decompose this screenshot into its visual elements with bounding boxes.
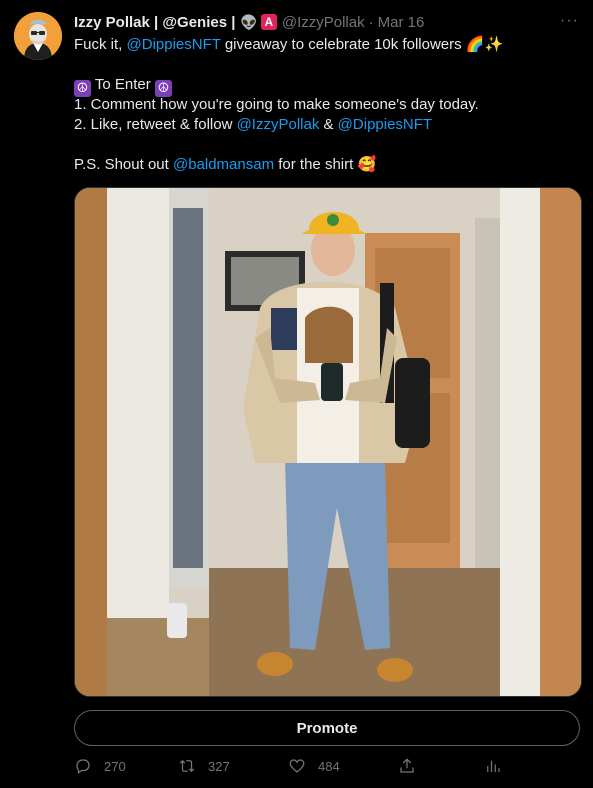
display-name[interactable]: Izzy Pollak | @Genies | [74,14,235,31]
peace-icon: ☮ [74,79,91,97]
retweet-button[interactable]: 327 [178,757,230,775]
share-button[interactable] [398,757,416,775]
text-segment: giveaway to celebrate 10k followers [220,36,466,53]
mention-dippiesnft[interactable]: @DippiesNFT [127,36,221,53]
text-segment: & [319,116,338,133]
rainbow-sparkles-emoji: 🌈✨ [465,36,504,53]
text-segment: for the shirt [274,156,358,173]
alien-emoji-badge: 👽 [240,13,258,30]
separator-dot: · [368,13,374,31]
text-segment: 2. Like, retweet & follow [74,116,237,133]
to-enter-line: ☮ To Enter ☮ [74,75,579,97]
like-button[interactable]: 484 [288,757,340,775]
retweet-icon [179,759,195,773]
step-2: 2. Like, retweet & follow @IzzyPollak & … [74,115,579,135]
share-icon [400,758,414,773]
to-enter-label: To Enter [91,76,155,93]
mention-baldmansam[interactable]: @baldmansam [173,156,274,173]
tweet-actions: 270 327 484 [74,757,580,779]
a-letter-badge: A [260,14,277,30]
tweet-text: Fuck it, @DippiesNFT giveaway to celebra… [74,35,579,175]
reply-icon [76,759,90,775]
promote-button[interactable]: Promote [74,710,580,746]
avatar[interactable] [14,12,62,60]
text-segment: P.S. Shout out [74,156,173,173]
reply-count: 270 [104,758,126,774]
peace-icon: ☮ [154,79,172,97]
analytics-icon [487,760,500,772]
more-options-icon[interactable]: ··· [560,12,579,30]
handle[interactable]: @IzzyPollak [282,14,365,31]
tweet: Izzy Pollak | @Genies | 👽 A @IzzyPollak … [0,0,593,788]
like-count: 484 [318,758,340,774]
tweet-line-1: Fuck it, @DippiesNFT giveaway to celebra… [74,35,579,55]
step-1: 1. Comment how you're going to make some… [74,96,479,113]
tweet-header: Izzy Pollak | @Genies | 👽 A @IzzyPollak … [74,12,579,32]
retweet-count: 327 [208,758,230,774]
tweet-photo[interactable] [74,187,582,697]
smiling-hearts-emoji: 🥰 [357,156,377,173]
ps-line: P.S. Shout out @baldmansam for the shirt… [74,155,579,175]
mention-dippiesnft[interactable]: @DippiesNFT [338,116,432,133]
timestamp[interactable]: Mar 16 [378,14,425,31]
avatar-illustration [14,12,62,60]
heart-icon [289,759,305,773]
reply-button[interactable]: 270 [74,757,126,775]
analytics-button[interactable] [484,757,502,775]
mirror-selfie-image [75,188,581,696]
mention-izzypollak[interactable]: @IzzyPollak [237,116,320,133]
text-segment: Fuck it, [74,36,127,53]
